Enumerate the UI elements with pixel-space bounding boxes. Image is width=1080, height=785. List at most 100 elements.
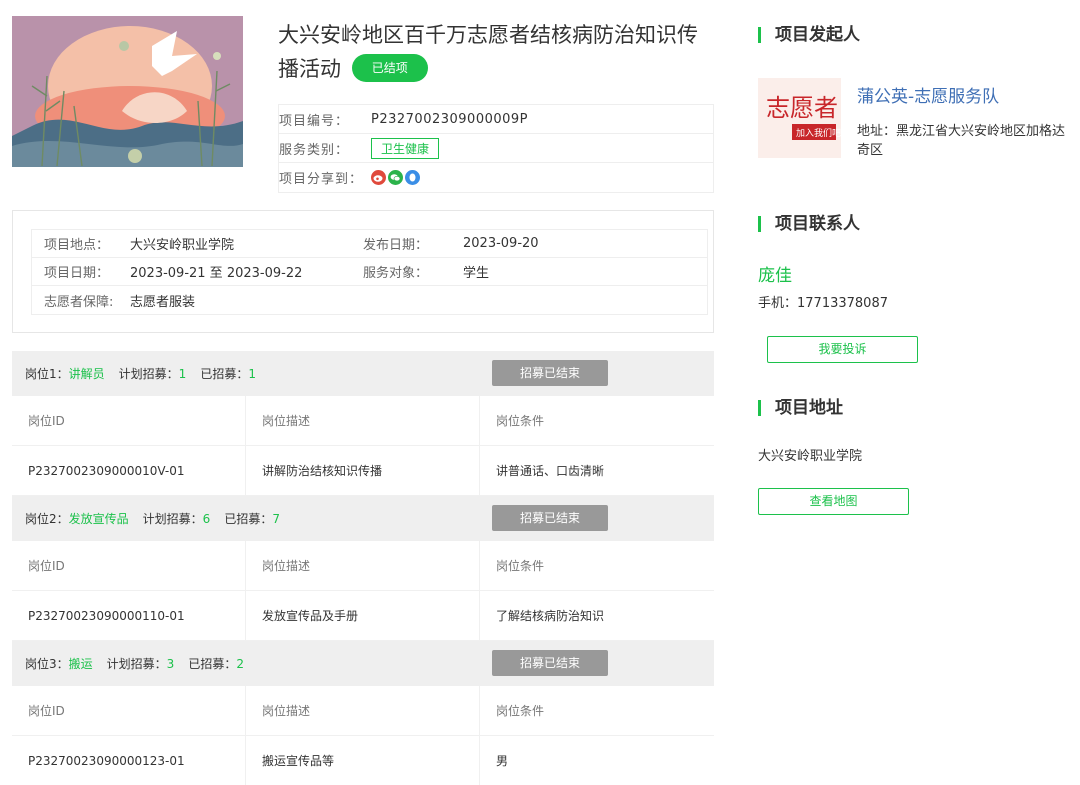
table-header-row: 岗位ID 岗位描述 岗位条件 — [12, 396, 714, 446]
complain-button[interactable]: 我要投诉 — [767, 336, 918, 363]
project-title: 大兴安岭地区百千万志愿者结核病防治知识传播活动 — [278, 23, 698, 81]
category-label: 服务类别： — [279, 142, 350, 158]
table-row: P23270023090000110-01 发放宣传品及手册 了解结核病防治知识 — [12, 591, 714, 641]
position-cond: 男 — [496, 754, 509, 768]
guarantee-cell: 志愿者保障: 志愿者服装 — [32, 291, 195, 310]
org-name-link[interactable]: 蒲公英-志愿服务队 — [857, 82, 999, 107]
position-id: P2327002309000010V-01 — [12, 446, 246, 495]
recruited-count: 1 — [248, 366, 256, 381]
position-name: 讲解员 — [68, 367, 105, 381]
publish-date: 2023-09-20 — [463, 236, 539, 251]
location-value: 大兴安岭职业学院 — [130, 238, 235, 253]
location-cell: 项目地点： 大兴安岭职业学院 — [32, 234, 363, 253]
recruited-count: 7 — [272, 511, 280, 526]
header-cond: 岗位条件 — [496, 414, 545, 428]
position-cond: 了解结核病防治知识 — [496, 609, 605, 623]
initiator-section-title: 项目发起人 — [758, 24, 860, 46]
meta-row-share: 项目分享到： — [279, 163, 713, 192]
header-desc: 岗位描述 — [246, 686, 480, 735]
cover-illustration — [12, 16, 243, 167]
recruitment-ended-button[interactable]: 招募已结束 — [492, 505, 608, 531]
volunteer-logo-graphic: 志愿者 加入我们吧 — [758, 78, 841, 158]
location-label: 项目地点： — [44, 238, 110, 253]
header-desc: 岗位描述 — [246, 541, 480, 590]
org-logo-text: 志愿者 — [766, 94, 838, 122]
info-row-1: 项目地点： 大兴安岭职业学院 发布日期： 2023-09-20 — [32, 230, 707, 258]
view-map-button[interactable]: 查看地图 — [758, 488, 909, 515]
planned-count: 1 — [178, 366, 187, 381]
date-range: 2023-09-21 至 2023-09-22 — [130, 266, 303, 281]
recruited-label: 已招募： — [200, 367, 249, 381]
category-tag: 卫生健康 — [371, 137, 440, 159]
qq-icon[interactable] — [405, 170, 420, 185]
info-table: 项目地点： 大兴安岭职业学院 发布日期： 2023-09-20 项目日期： 20… — [31, 229, 708, 315]
meta-row-code: 项目编号： P2327002309000009P — [279, 105, 713, 134]
info-row-2: 项目日期： 2023-09-21 至 2023-09-22 服务对象： 学生 — [32, 258, 707, 286]
position-header: 岗位3： 搬运 计划招募： 3 已招募： 2 招募已结束 — [12, 641, 714, 686]
contact-phone: 手机：17713378087 — [758, 296, 888, 311]
position-desc: 发放宣传品及手册 — [246, 591, 480, 640]
position-header: 岗位1： 讲解员 计划招募： 1 已招募： 1 招募已结束 — [12, 351, 714, 396]
project-title-block: 大兴安岭地区百千万志愿者结核病防治知识传播活动 已结项 — [278, 18, 718, 86]
contact-name: 庞佳 — [758, 266, 792, 286]
project-address: 大兴安岭职业学院 — [758, 449, 863, 464]
org-address: 地址：黑龙江省大兴安岭地区加格达奇区 — [857, 124, 1066, 158]
project-meta: 项目编号： P2327002309000009P 服务类别： 卫生健康 项目分享… — [278, 104, 714, 193]
contact-section-title: 项目联系人 — [758, 213, 860, 235]
header-desc: 岗位描述 — [246, 396, 480, 445]
recruited-label: 已招募： — [224, 512, 273, 526]
target-cell: 服务对象： 学生 — [363, 262, 489, 281]
position-id: P23270023090000110-01 — [12, 591, 246, 640]
status-badge: 已结项 — [351, 54, 428, 82]
date-cell: 项目日期： 2023-09-21 至 2023-09-22 — [32, 262, 363, 281]
position-desc: 搬运宣传品等 — [246, 736, 480, 785]
guarantee-value: 志愿者服装 — [130, 294, 196, 310]
header-cond: 岗位条件 — [496, 559, 545, 573]
share-label: 项目分享到： — [279, 172, 364, 187]
table-row: P23270023090000123-01 搬运宣传品等 男 — [12, 736, 714, 785]
table-header-row: 岗位ID 岗位描述 岗位条件 — [12, 541, 714, 591]
org-logo[interactable]: 志愿者 加入我们吧 — [758, 78, 841, 158]
position-name: 发放宣传品 — [68, 512, 129, 526]
meta-row-category: 服务类别： 卫生健康 — [279, 134, 713, 163]
planned-count: 3 — [166, 656, 175, 671]
position-cond: 讲普通话、口齿清晰 — [496, 464, 605, 478]
address-section-title: 项目地址 — [758, 397, 843, 419]
header-id: 岗位ID — [12, 541, 246, 590]
guarantee-label: 志愿者保障: — [44, 294, 114, 310]
header-id: 岗位ID — [12, 396, 246, 445]
publish-cell: 发布日期： 2023-09-20 — [363, 234, 539, 253]
position-prefix: 岗位1： — [25, 367, 69, 381]
header-id: 岗位ID — [12, 686, 246, 735]
weibo-icon[interactable] — [371, 170, 386, 185]
table-header-row: 岗位ID 岗位描述 岗位条件 — [12, 686, 714, 736]
position-desc: 讲解防治结核知识传播 — [246, 446, 480, 495]
recruitment-ended-button[interactable]: 招募已结束 — [492, 650, 608, 676]
org-logo-subtext: 加入我们吧 — [796, 127, 841, 139]
date-label: 项目日期： — [44, 266, 110, 281]
positions-list: 岗位1： 讲解员 计划招募： 1 已招募： 1 招募已结束 岗位ID 岗位描述 岗位条… — [12, 351, 714, 785]
position-id: P23270023090000123-01 — [12, 736, 246, 785]
project-code: P2327002309000009P — [371, 111, 529, 127]
recruited-count: 2 — [236, 656, 244, 671]
planned-label: 计划招募： — [106, 657, 167, 671]
position-prefix: 岗位2： — [25, 512, 69, 526]
planned-count: 6 — [202, 511, 211, 526]
project-cover-image — [12, 16, 243, 167]
planned-label: 计划招募： — [142, 512, 203, 526]
header-cond: 岗位条件 — [496, 704, 545, 718]
wechat-icon[interactable] — [388, 170, 403, 185]
project-info-card: 项目地点： 大兴安岭职业学院 发布日期： 2023-09-20 项目日期： 20… — [12, 210, 714, 333]
code-label: 项目编号： — [279, 113, 350, 129]
info-row-3: 志愿者保障: 志愿者服装 — [32, 286, 707, 314]
position-name: 搬运 — [68, 657, 93, 671]
position-header: 岗位2： 发放宣传品 计划招募： 6 已招募： 7 招募已结束 — [12, 496, 714, 541]
target-value: 学生 — [463, 266, 490, 281]
recruitment-ended-button[interactable]: 招募已结束 — [492, 360, 608, 386]
publish-label: 发布日期： — [363, 238, 429, 253]
recruited-label: 已招募： — [188, 657, 237, 671]
target-label: 服务对象： — [363, 266, 429, 281]
planned-label: 计划招募： — [118, 367, 179, 381]
position-prefix: 岗位3： — [25, 657, 69, 671]
table-row: P2327002309000010V-01 讲解防治结核知识传播 讲普通话、口齿… — [12, 446, 714, 496]
